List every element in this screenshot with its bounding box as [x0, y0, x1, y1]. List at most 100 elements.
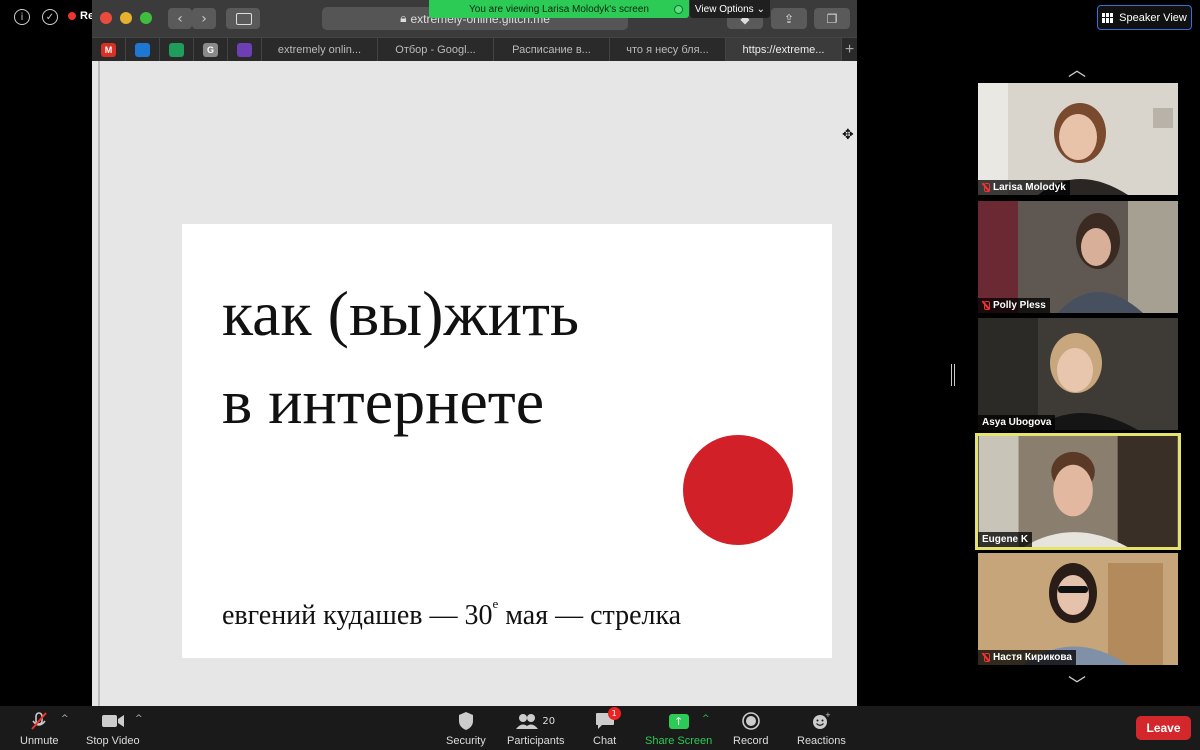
shield-icon[interactable]: ✓	[42, 9, 58, 25]
g-icon: G	[203, 43, 218, 57]
minimize-window-icon[interactable]	[120, 12, 132, 24]
participant-name: Eugene K	[982, 534, 1029, 545]
reactions-label: Reactions	[797, 735, 846, 747]
svg-text:+: +	[825, 712, 831, 719]
participant-name-tag: Asya Ubogova	[978, 415, 1056, 430]
subtitle-before: евгений кудашев — 30	[222, 600, 493, 631]
viewing-banner: You are viewing Larisa Molodyk's screen	[429, 0, 689, 18]
participants-label: Participants	[507, 735, 565, 747]
bookmark-forms-icon[interactable]	[228, 38, 262, 62]
red-circle	[683, 435, 793, 545]
sidebar-toggle-button[interactable]	[226, 8, 260, 29]
share-options-caret-icon[interactable]: ^	[702, 714, 710, 724]
participants-icon: 20	[516, 710, 555, 732]
mic-muted-icon	[982, 183, 990, 192]
panel-resize-handle[interactable]	[951, 364, 955, 386]
web-page: как (вы)жить в интернете евгений кудашев…	[92, 61, 857, 706]
chat-icon: 1	[595, 707, 621, 732]
record-label: Record	[733, 735, 769, 747]
participants-count: 20	[542, 715, 556, 727]
speaker-view-button[interactable]: Speaker View	[1097, 5, 1192, 30]
tab[interactable]: extremely onlin...	[262, 38, 378, 62]
chat-button[interactable]: 1 Chat	[593, 707, 621, 747]
participant-name: Asya Ubogova	[982, 417, 1052, 428]
mic-muted-icon	[982, 301, 990, 310]
participants-button[interactable]: 20 Participants	[507, 710, 564, 747]
viewing-banner-text: You are viewing Larisa Molodyk's screen	[469, 3, 649, 15]
mic-muted-icon	[982, 653, 990, 662]
scroll-up-chevron-icon[interactable]: ︿	[1061, 56, 1093, 82]
forms-icon	[237, 43, 252, 57]
participant-tile-active-speaker[interactable]: Eugene K	[975, 433, 1181, 550]
participant-tile[interactable]: Asya Ubogova	[978, 318, 1178, 430]
tabs: extremely onlin... Отбор - Googl... Распис…	[262, 38, 842, 62]
reactions-button[interactable]: + Reactions	[797, 710, 846, 747]
tab[interactable]: Отбор - Googl...	[378, 38, 494, 62]
mic-muted-icon	[28, 710, 50, 732]
close-window-icon[interactable]	[100, 12, 112, 24]
video-feed	[978, 83, 1178, 195]
reactions-icon: +	[811, 710, 831, 732]
participant-name: Настя Кирикова	[993, 652, 1072, 663]
tabs-overview-icon[interactable]: ❐	[814, 8, 850, 29]
zoom-window-icon[interactable]	[140, 12, 152, 24]
shield-icon	[457, 710, 475, 732]
slide-title: как (вы)жить в интернете	[222, 270, 702, 446]
participant-name-tag: Larisa Molodyk	[978, 180, 1070, 195]
speaker-view-label: Speaker View	[1119, 11, 1187, 24]
leave-button[interactable]: Leave	[1136, 716, 1191, 740]
status-dot-icon	[674, 5, 683, 14]
view-options-button[interactable]: View Options ⌄	[690, 0, 770, 18]
scroll-down-chevron-icon[interactable]: ﹀	[1061, 671, 1093, 697]
meeting-info: i ✓	[14, 9, 58, 25]
video-feed	[978, 553, 1178, 665]
tab[interactable]: Расписание в...	[494, 38, 610, 62]
share-screen-label: Share Screen	[645, 735, 713, 747]
stop-video-button[interactable]: Stop Video	[86, 710, 140, 747]
record-dot-icon	[68, 12, 76, 20]
chevron-down-icon: ⌄	[756, 3, 766, 15]
bookmark-g-icon[interactable]: G	[194, 38, 228, 62]
chat-badge: 1	[607, 707, 621, 720]
participant-name-tag: Eugene K	[978, 532, 1033, 547]
forward-button[interactable]: ›	[192, 8, 216, 29]
participant-name-tag: Настя Кирикова	[978, 650, 1076, 665]
participant-name-tag: Polly Pless	[978, 298, 1050, 313]
chat-label: Chat	[593, 735, 617, 747]
gmail-icon: M	[101, 43, 116, 57]
bookmark-sheets-icon[interactable]	[160, 38, 194, 62]
video-options-caret-icon[interactable]: ^	[135, 714, 143, 724]
video-camera-icon	[101, 710, 125, 732]
participant-tile[interactable]: Polly Pless	[978, 201, 1178, 313]
back-button[interactable]: ‹	[168, 8, 192, 29]
bookmark-trello-icon[interactable]	[126, 38, 160, 62]
view-options-label: View Options	[694, 3, 754, 15]
unmute-button[interactable]: Unmute	[20, 710, 59, 747]
info-icon[interactable]: i	[14, 9, 30, 25]
participant-tile[interactable]: Настя Кирикова	[978, 553, 1178, 665]
video-feed	[978, 201, 1178, 313]
record-button[interactable]: Record	[733, 710, 768, 747]
new-tab-button[interactable]: +	[842, 38, 857, 61]
lock-icon: 🔒︎	[400, 11, 407, 25]
share-screen-icon: ↑	[668, 710, 689, 732]
tab-active[interactable]: https://extreme...	[726, 38, 842, 62]
shared-screen: ‹ › 🔒︎ extremely-online.glitch.me ◆ ⇪ ❐ …	[92, 0, 857, 706]
security-label: Security	[446, 735, 486, 747]
participant-name: Polly Pless	[993, 300, 1046, 311]
record-icon	[741, 710, 760, 732]
gallery-grid-icon	[1102, 12, 1114, 23]
participant-tile[interactable]: Larisa Molodyk	[978, 83, 1178, 195]
tab[interactable]: что я несу бля...	[610, 38, 726, 62]
trello-icon	[135, 43, 150, 57]
share-icon[interactable]: ⇪	[771, 8, 807, 29]
presentation-slide: как (вы)жить в интернете евгений кудашев…	[182, 224, 832, 658]
slide-title-line-2: в интернете	[222, 366, 545, 437]
audio-options-caret-icon[interactable]: ^	[61, 714, 69, 724]
video-feed	[978, 436, 1178, 547]
bookmark-icons: MG	[92, 38, 262, 62]
security-button[interactable]: Security	[446, 710, 486, 747]
move-cursor-icon: ✥	[842, 127, 854, 143]
slide-subtitle: евгений кудашев — 30е мая — стрелка	[222, 596, 681, 632]
bookmark-gmail-icon[interactable]: M	[92, 38, 126, 62]
